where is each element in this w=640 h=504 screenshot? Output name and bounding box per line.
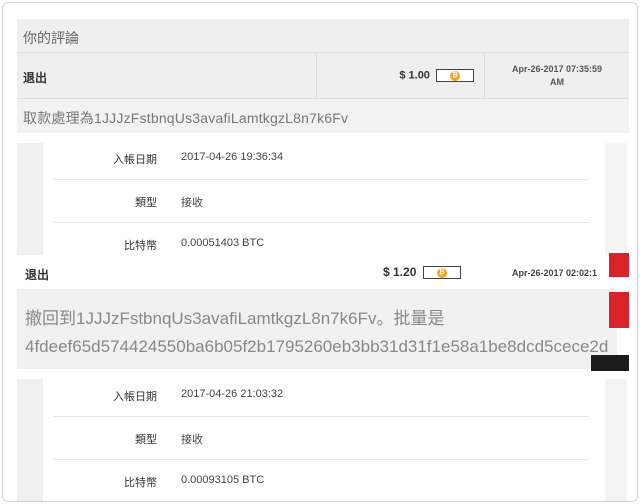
dark-overlay-block	[591, 355, 629, 371]
detail-value: 接收	[181, 197, 203, 209]
detail-row-type: 類型 接收	[53, 417, 589, 460]
transaction-amount-cell: $ 1.00 ₿	[317, 53, 485, 99]
red-tab-marker[interactable]	[609, 292, 629, 328]
screenshot-frame: 你的評論 退出 $ 1.00 ₿ Apr-26-2017 07:35:59 AM…	[2, 2, 638, 502]
detail-label: 入帳日期	[113, 154, 157, 166]
detail-label: 類型	[135, 434, 157, 446]
reviews-heading: 你的評論	[17, 19, 629, 53]
detail-row-type: 類型 接收	[53, 180, 589, 223]
transaction-row-2[interactable]: 退出 $ 1.20 ₿ Apr-26-2017 02:02:1	[17, 261, 617, 287]
note-line-2: 4fdeef65d574424550ba6b05f2b1795260eb3bb3…	[25, 337, 609, 356]
withdrawal-note-2: 撤回到1JJJzFstbnqUs3avafiLamtkgzL8n7k6Fv。批量…	[17, 289, 617, 369]
detail-label: 比特幣	[124, 477, 157, 489]
transaction-type: 退出	[17, 53, 317, 99]
transaction-datetime: Apr-26-2017 07:35:59 AM	[485, 53, 629, 99]
transaction-amount-cell: $ 1.20 ₿	[383, 265, 461, 280]
detail-label: 類型	[135, 197, 157, 209]
transaction-row[interactable]: 退出 $ 1.00 ₿ Apr-26-2017 07:35:59 AM	[17, 53, 629, 99]
panel-right-edge	[605, 143, 627, 255]
detail-value: 接收	[181, 434, 203, 446]
detail-row-btc: 比特幣 0.00093105 BTC	[53, 460, 589, 501]
detail-value: 2017-04-26 21:03:32	[181, 388, 284, 400]
transaction-datetime: Apr-26-2017 02:02:1	[512, 268, 598, 278]
detail-row-date: 入帳日期 2017-04-26 19:36:34	[53, 137, 589, 180]
bitcoin-badge: ₿	[422, 266, 461, 280]
detail-label: 入帳日期	[113, 391, 157, 403]
detail-row-date: 入帳日期 2017-04-26 21:03:32	[53, 374, 589, 417]
detail-label: 比特幣	[124, 240, 157, 252]
bitcoin-icon: ₿	[436, 268, 447, 279]
detail-value: 0.00093105 BTC	[181, 474, 265, 486]
datetime-line-1: Apr-26-2017 07:35:59	[511, 64, 603, 74]
transaction-amount: $ 1.20	[383, 265, 417, 279]
transaction-amount: $ 1.00	[399, 69, 430, 82]
red-tab-marker[interactable]	[609, 253, 629, 277]
transaction-type: 退出	[25, 268, 50, 282]
bitcoin-icon: ₿	[450, 71, 460, 81]
detail-row-btc: 比特幣 0.00051403 BTC	[53, 223, 589, 266]
withdrawal-note: 取款處理為1JJJzFstbnqUs3avafiLamtkgzL8n7k6Fv	[17, 99, 629, 133]
note-line-1: 撤回到1JJJzFstbnqUs3avafiLamtkgzL8n7k6Fv。批量…	[25, 309, 445, 328]
datetime-line-2: AM	[550, 77, 564, 87]
detail-value: 0.00051403 BTC	[181, 237, 265, 249]
detail-value: 2017-04-26 19:36:34	[181, 151, 284, 163]
panel-right-edge	[605, 379, 627, 501]
bitcoin-badge: ₿	[436, 69, 474, 82]
